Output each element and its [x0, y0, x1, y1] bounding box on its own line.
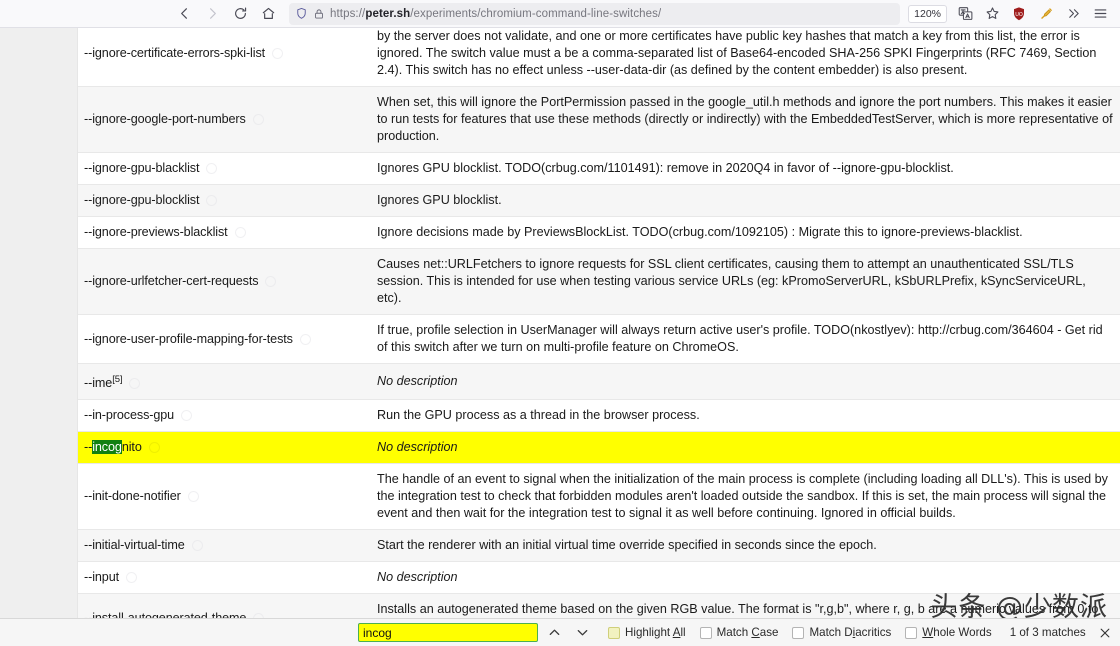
anchor-link-icon[interactable]: [191, 540, 203, 552]
match-count-status: 1 of 3 matches: [1009, 626, 1086, 639]
anchor-link-icon[interactable]: [148, 442, 160, 454]
page-content: --ignore-certificate-errors-spki-list by …: [77, 28, 1120, 618]
highlight-all-label: Highlight All: [625, 626, 686, 639]
app-menu-icon[interactable]: [1088, 3, 1112, 25]
anchor-link-icon[interactable]: [181, 410, 193, 422]
find-previous-button[interactable]: [542, 622, 566, 644]
find-input[interactable]: [358, 623, 538, 642]
table-row: --init-done-notifier The handle of an eve…: [78, 463, 1120, 531]
switch-description-cell: Run the GPU process as a thread in the b…: [371, 399, 1120, 433]
anchor-link-icon[interactable]: [206, 163, 218, 175]
switch-description-cell: No description: [371, 561, 1120, 595]
back-button[interactable]: [171, 3, 197, 25]
anchor-link-icon[interactable]: [272, 48, 284, 60]
switch-description-cell: Ignores GPU blocklist.: [371, 184, 1120, 217]
anchor-link-icon[interactable]: [265, 276, 277, 288]
table-row: --incognito No description: [78, 431, 1120, 465]
switch-name-cell: --initial-virtual-time: [78, 529, 371, 563]
table-row: --ignore-user-profile-mapping-for-tests I…: [78, 314, 1120, 364]
whole-words-checkbox[interactable]: Whole Words: [905, 626, 992, 639]
match-case-box[interactable]: [699, 626, 712, 639]
switch-description-cell: Installs an autogenerated theme based on…: [371, 593, 1120, 618]
switch-name-cell: --ignore-user-profile-mapping-for-tests: [78, 314, 371, 364]
ublock-origin-icon[interactable]: UO: [1007, 3, 1031, 25]
footnote-reference[interactable]: [5]: [112, 374, 122, 385]
table-row: --ignore-gpu-blocklist Ignores GPU blockl…: [78, 184, 1120, 217]
switch-name-cell: --ignore-previews-blacklist: [78, 216, 371, 249]
switch-name-cell: --in-process-gpu: [78, 399, 371, 433]
toolbar-right-icons: 120% UO: [908, 3, 1114, 25]
table-row: --ignore-google-port-numbers When set, th…: [78, 86, 1120, 153]
switch-name-cell: --ignore-google-port-numbers: [78, 86, 371, 153]
command-line-switches-table: --ignore-certificate-errors-spki-list by …: [78, 28, 1120, 618]
find-bar: Highlight All Match Case Match Diacritic…: [0, 618, 1120, 646]
table-row: --ignore-certificate-errors-spki-list by …: [78, 28, 1120, 87]
tracking-shield-icon[interactable]: [295, 7, 308, 20]
zoom-level-badge[interactable]: 120%: [908, 4, 947, 23]
highlight-all-checkbox[interactable]: Highlight All: [608, 626, 686, 639]
switch-name-cell: --ignore-gpu-blocklist: [78, 184, 371, 217]
switch-description-cell: Causes net::URLFetchers to ignore reques…: [371, 248, 1120, 315]
switch-description-cell: Ignores GPU blocklist. TODO(crbug.com/11…: [371, 152, 1120, 185]
url-text[interactable]: https://peter.sh/experiments/chromium-co…: [330, 8, 661, 20]
home-button[interactable]: [255, 3, 281, 25]
switch-name-cell: --install-autogenerated-theme: [78, 593, 371, 618]
table-row: --install-autogenerated-theme Installs an…: [78, 593, 1120, 618]
url-bar[interactable]: https://peter.sh/experiments/chromium-co…: [289, 2, 901, 25]
navigation-button-group: [171, 3, 281, 25]
match-diacritics-label: Match Diacritics: [809, 626, 892, 639]
table-row: --ime[5] No description: [78, 362, 1120, 401]
whole-words-label: Whole Words: [922, 626, 992, 639]
table-row: --ignore-previews-blacklist Ignore decisi…: [78, 216, 1120, 249]
anchor-link-icon[interactable]: [234, 227, 246, 239]
match-case-label: Match Case: [716, 626, 779, 639]
page-viewport: --ignore-certificate-errors-spki-list by …: [0, 28, 1120, 618]
overflow-chevron-icon[interactable]: [1061, 3, 1085, 25]
switch-description-cell: by the server does not validate, and one…: [371, 28, 1120, 87]
switch-name-cell: --ignore-gpu-blacklist: [78, 152, 371, 185]
table-row: --initial-virtual-time Start the renderer…: [78, 529, 1120, 563]
match-diacritics-checkbox[interactable]: Match Diacritics: [792, 626, 891, 639]
lock-icon[interactable]: [313, 8, 325, 20]
switch-description-cell: Ignore decisions made by PreviewsBlockLi…: [371, 216, 1120, 249]
bookmark-star-icon[interactable]: [980, 3, 1004, 25]
switch-description-cell: No description: [371, 362, 1120, 401]
switch-name-cell: --init-done-notifier: [78, 463, 371, 531]
switch-description-cell: When set, this will ignore the PortPermi…: [371, 86, 1120, 153]
match-case-checkbox[interactable]: Match Case: [699, 626, 779, 639]
anchor-link-icon[interactable]: [299, 333, 311, 345]
switch-name-cell: --ignore-certificate-errors-spki-list: [78, 28, 371, 87]
anchor-link-icon[interactable]: [126, 572, 137, 584]
switch-name-cell: --ignore-urlfetcher-cert-requests: [78, 248, 371, 315]
highlight-all-box[interactable]: [608, 626, 620, 639]
reload-button[interactable]: [227, 3, 253, 25]
anchor-link-icon[interactable]: [187, 491, 199, 503]
switch-description-cell: Start the renderer with an initial virtu…: [371, 529, 1120, 563]
svg-text:UO: UO: [1015, 11, 1023, 17]
current-search-match: incog: [92, 440, 122, 455]
switch-description-cell: If true, profile selection in UserManage…: [371, 314, 1120, 364]
anchor-link-icon[interactable]: [129, 378, 141, 390]
close-find-bar-button[interactable]: [1098, 619, 1112, 646]
anchor-link-icon[interactable]: [252, 114, 264, 126]
switch-name-cell: --incognito: [78, 431, 371, 465]
table-row: --ignore-urlfetcher-cert-requests Causes …: [78, 248, 1120, 315]
switch-description-cell: No description: [371, 431, 1120, 465]
extension-pin-icon[interactable]: [1034, 3, 1058, 25]
translate-icon[interactable]: [953, 3, 977, 25]
browser-toolbar: https://peter.sh/experiments/chromium-co…: [0, 0, 1120, 28]
switch-description-cell: The handle of an event to signal when th…: [371, 463, 1120, 531]
match-diacritics-box[interactable]: [792, 626, 805, 639]
find-next-button[interactable]: [570, 622, 594, 644]
forward-button[interactable]: [199, 3, 225, 25]
switch-name-cell: --ime[5]: [78, 362, 371, 401]
switch-name-cell: --input: [78, 561, 371, 595]
table-row: --in-process-gpu Run the GPU process as a…: [78, 399, 1120, 433]
table-row: --ignore-gpu-blacklist Ignores GPU blockl…: [78, 152, 1120, 185]
whole-words-box[interactable]: [905, 626, 918, 639]
table-row: --input No description: [78, 561, 1120, 595]
anchor-link-icon[interactable]: [206, 195, 218, 207]
